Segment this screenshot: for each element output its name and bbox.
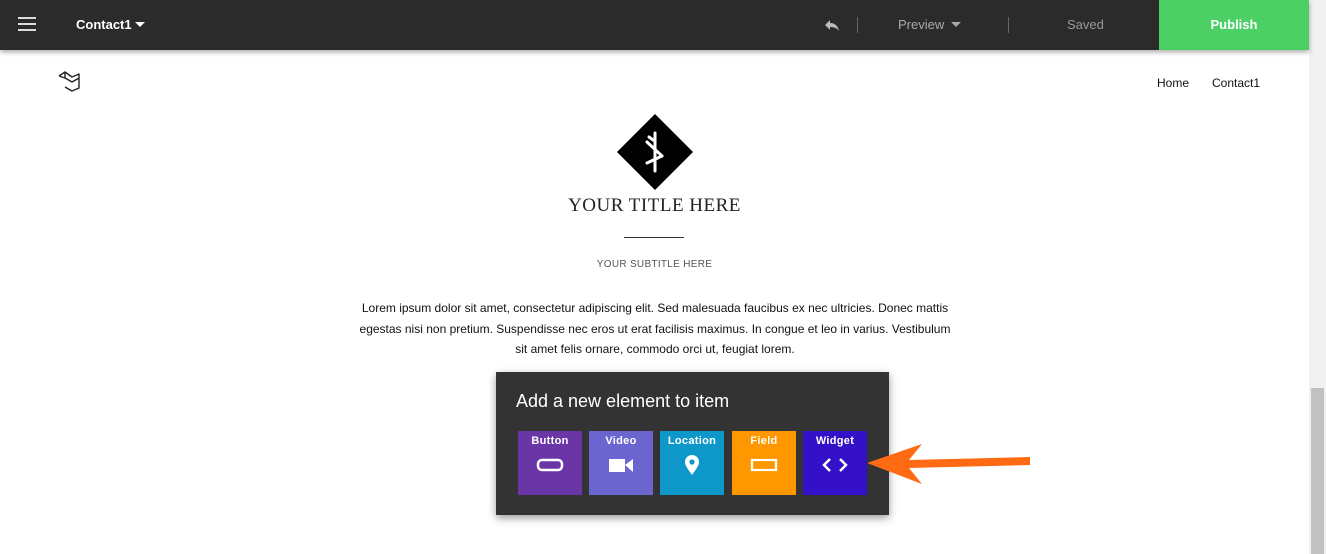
page-selector-chevron-down-icon[interactable] <box>135 22 145 27</box>
arrow-pointer-icon <box>867 444 1030 484</box>
add-location-element-button[interactable]: Location <box>660 431 724 495</box>
code-icon <box>822 458 848 472</box>
add-element-panel: Add a new element to item Button Video L… <box>496 372 889 515</box>
scrollbar-thumb[interactable] <box>1311 388 1324 554</box>
add-video-element-button[interactable]: Video <box>589 431 653 495</box>
diamond-logo-icon <box>617 114 693 190</box>
button-icon <box>536 458 564 472</box>
publish-button[interactable]: Publish <box>1159 0 1309 50</box>
save-status: Saved <box>1067 17 1104 32</box>
top-toolbar: Contact1 Preview Saved Publish <box>0 0 1309 50</box>
hamburger-icon[interactable] <box>18 17 36 31</box>
page-title: YOUR TITLE HERE <box>568 195 741 216</box>
add-button-element-button[interactable]: Button <box>518 431 582 495</box>
body-paragraph: Lorem ipsum dolor sit amet, consectetur … <box>359 301 951 356</box>
panel-title: Add a new element to item <box>516 391 730 411</box>
preview-chevron-down-icon[interactable] <box>951 22 961 27</box>
map-pin-icon <box>685 455 699 475</box>
tile-label: Field <box>750 435 778 447</box>
nav-item-home[interactable]: Home <box>1157 76 1189 90</box>
undo-icon[interactable] <box>823 16 841 34</box>
toolbar-divider <box>857 17 858 33</box>
nav-item-contact1[interactable]: Contact1 <box>1212 76 1260 90</box>
page-subtitle: YOUR SUBTITLE HERE <box>596 259 713 270</box>
logo-icon[interactable] <box>57 70 81 92</box>
tile-label: Widget <box>815 435 855 447</box>
tile-label: Location <box>667 435 717 447</box>
title-divider <box>624 237 684 238</box>
preview-button[interactable]: Preview <box>898 17 944 32</box>
add-widget-element-button[interactable]: Widget <box>803 431 867 495</box>
page-selector[interactable]: Contact1 <box>76 17 132 32</box>
tile-label: Button <box>531 435 569 447</box>
input-field-icon <box>750 458 778 472</box>
add-field-element-button[interactable]: Field <box>732 431 796 495</box>
tile-label: Video <box>605 435 637 447</box>
toolbar-divider <box>1008 17 1009 33</box>
video-camera-icon <box>609 459 633 472</box>
